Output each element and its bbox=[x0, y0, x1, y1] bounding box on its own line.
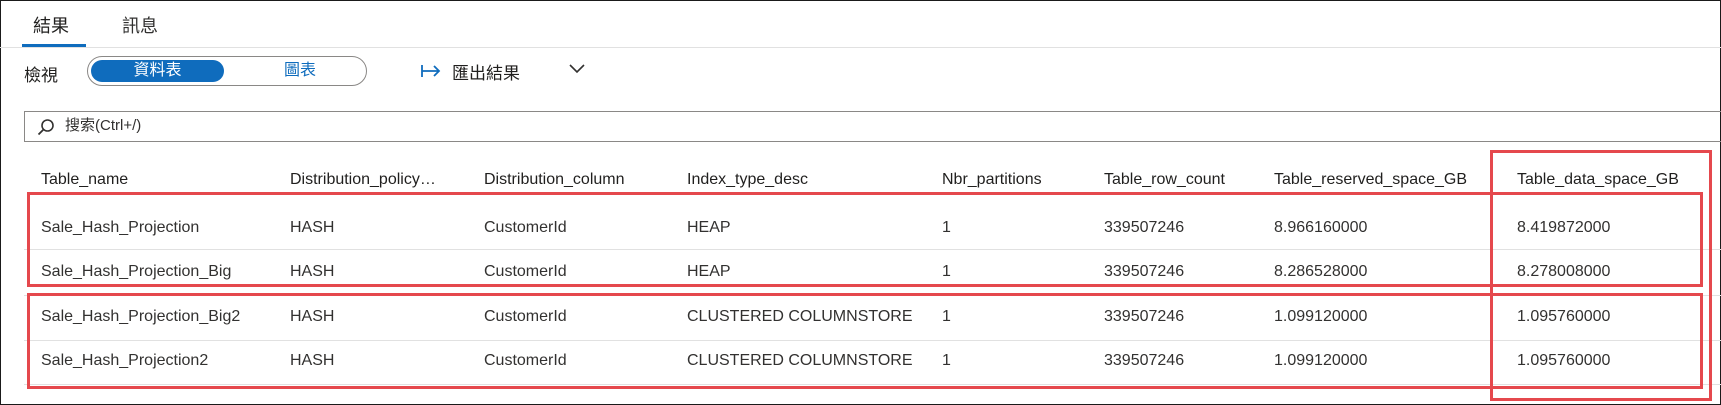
highlight-box-heap-rows bbox=[27, 192, 1703, 287]
tab-results[interactable]: 結果 bbox=[33, 12, 69, 38]
view-label: 檢視 bbox=[24, 66, 58, 85]
export-results-button[interactable]: 匯出結果 bbox=[420, 58, 520, 84]
column-header-nbr-partitions[interactable]: Nbr_partitions bbox=[942, 171, 1042, 189]
tab-bar: 結果 訊息 bbox=[0, 0, 1721, 48]
column-header-index-type[interactable]: Index_type_desc bbox=[687, 171, 808, 189]
column-header-reserved-space[interactable]: Table_reserved_space_GB bbox=[1274, 171, 1467, 189]
column-header-distribution-column[interactable]: Distribution_column bbox=[484, 171, 625, 189]
active-tab-indicator bbox=[22, 44, 86, 47]
column-header-distribution-policy[interactable]: Distribution_policy… bbox=[290, 171, 436, 189]
export-results-label: 匯出結果 bbox=[452, 63, 520, 83]
highlight-box-columnstore-rows bbox=[27, 293, 1703, 389]
tab-messages[interactable]: 訊息 bbox=[122, 12, 158, 38]
search-icon bbox=[37, 119, 54, 136]
chevron-down-icon[interactable] bbox=[568, 60, 586, 78]
toggle-table-button[interactable]: 資料表 bbox=[91, 60, 224, 82]
toggle-chart-button[interactable]: 圖表 bbox=[238, 60, 362, 82]
search-box[interactable] bbox=[24, 111, 1721, 142]
highlight-box-data-space-column bbox=[1490, 150, 1712, 401]
column-header-row-count[interactable]: Table_row_count bbox=[1104, 171, 1225, 189]
export-icon bbox=[421, 65, 441, 77]
search-input[interactable] bbox=[63, 116, 667, 135]
column-header-table-name[interactable]: Table_name bbox=[41, 171, 128, 189]
view-toggle[interactable]: 資料表 圖表 bbox=[87, 56, 367, 86]
